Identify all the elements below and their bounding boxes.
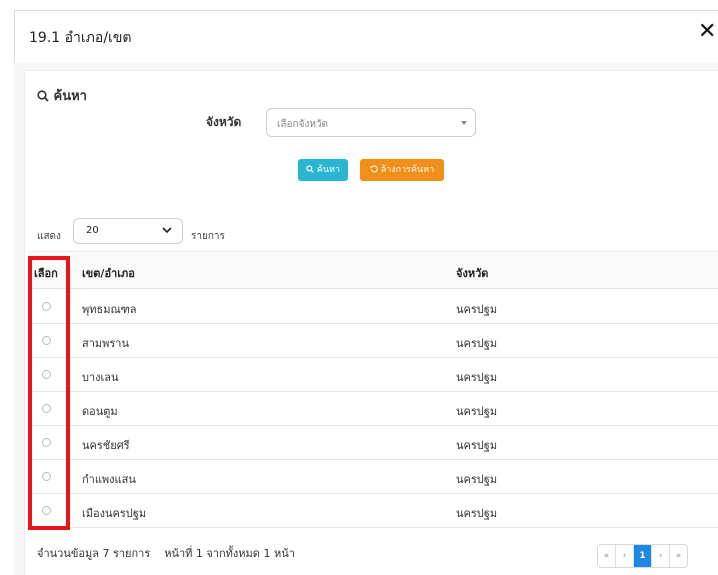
province-label: จังหวัด <box>206 115 242 129</box>
search-button-label: ค้นหา <box>316 165 341 175</box>
header-province: จังหวัด <box>456 267 489 280</box>
search-icon <box>306 165 314 173</box>
clear-button-label: ล้างการค้นหา <box>380 165 435 175</box>
select-radio[interactable] <box>42 404 51 413</box>
table-row[interactable]: ดอนตูม นครปฐม <box>28 392 718 426</box>
next-page-button[interactable]: › <box>652 545 670 567</box>
header-select: เลือก <box>34 267 58 280</box>
modal-header: 19.1 อำเภอ/เขต <box>15 11 718 64</box>
close-icon[interactable]: ✕ <box>698 21 716 43</box>
modal-title: 19.1 อำเภอ/เขต <box>29 30 132 46</box>
header-district: เขต/อำเภอ <box>82 267 135 280</box>
table-row[interactable]: พุทธมณฑล นครปฐม <box>28 290 718 324</box>
table-row[interactable]: บางเลน นครปฐม <box>28 358 718 392</box>
district-cell: ดอนตูม <box>82 405 118 418</box>
caret-down-icon <box>461 121 467 125</box>
district-cell: เมืองนครปฐม <box>82 507 147 520</box>
province-cell: นครปฐม <box>456 337 498 350</box>
pagination: « ‹ 1 › » <box>597 544 688 568</box>
prev-page-button[interactable]: ‹ <box>616 545 634 567</box>
select-radio[interactable] <box>42 506 51 515</box>
province-cell: นครปฐม <box>456 473 498 486</box>
search-button[interactable]: ค้นหา <box>298 159 348 181</box>
district-cell: นครชัยศรี <box>82 439 130 452</box>
page-size-select[interactable]: 20 <box>73 218 183 244</box>
province-select[interactable]: เลือกจังหวัด <box>266 108 476 137</box>
select-radio[interactable] <box>42 472 51 481</box>
clear-search-button[interactable]: ล้างการค้นหา <box>360 159 444 181</box>
province-cell: นครปฐม <box>456 303 498 316</box>
rows-label: รายการ <box>191 231 225 242</box>
select-radio[interactable] <box>42 370 51 379</box>
province-cell: นครปฐม <box>456 507 498 520</box>
table-row[interactable]: นครชัยศรี นครปฐม <box>28 426 718 460</box>
select-radio[interactable] <box>42 302 51 311</box>
select-radio[interactable] <box>42 438 51 447</box>
province-placeholder: เลือกจังหวัด <box>277 119 329 130</box>
select-radio[interactable] <box>42 336 51 345</box>
reset-icon <box>370 165 378 173</box>
table-row[interactable]: กำแพงแสน นครปฐม <box>28 460 718 494</box>
page-size-value: 20 <box>86 225 99 236</box>
district-cell: กำแพงแสน <box>82 473 136 486</box>
search-title-text: ค้นหา <box>53 89 87 104</box>
current-page-button[interactable]: 1 <box>634 545 652 567</box>
table-row[interactable]: สามพราน นครปฐม <box>28 324 718 358</box>
show-label: แสดง <box>37 231 61 242</box>
district-cell: บางเลน <box>82 371 119 384</box>
district-cell: สามพราน <box>82 337 129 350</box>
search-icon <box>37 90 49 102</box>
table-header: เลือก เขต/อำเภอ จังหวัด <box>28 251 718 289</box>
province-cell: นครปฐม <box>456 439 498 452</box>
district-cell: พุทธมณฑล <box>82 303 137 316</box>
last-page-button[interactable]: » <box>670 545 687 567</box>
province-cell: นครปฐม <box>456 405 498 418</box>
table-row[interactable]: เมืองนครปฐม นครปฐม <box>28 494 718 528</box>
chevron-down-icon <box>162 227 172 234</box>
search-section-title: ค้นหา <box>37 85 87 106</box>
record-summary: จำนวนข้อมูล 7 รายการ หน้าที่ 1 จากทั้งหม… <box>37 547 295 560</box>
province-cell: นครปฐม <box>456 371 498 384</box>
first-page-button[interactable]: « <box>598 545 616 567</box>
